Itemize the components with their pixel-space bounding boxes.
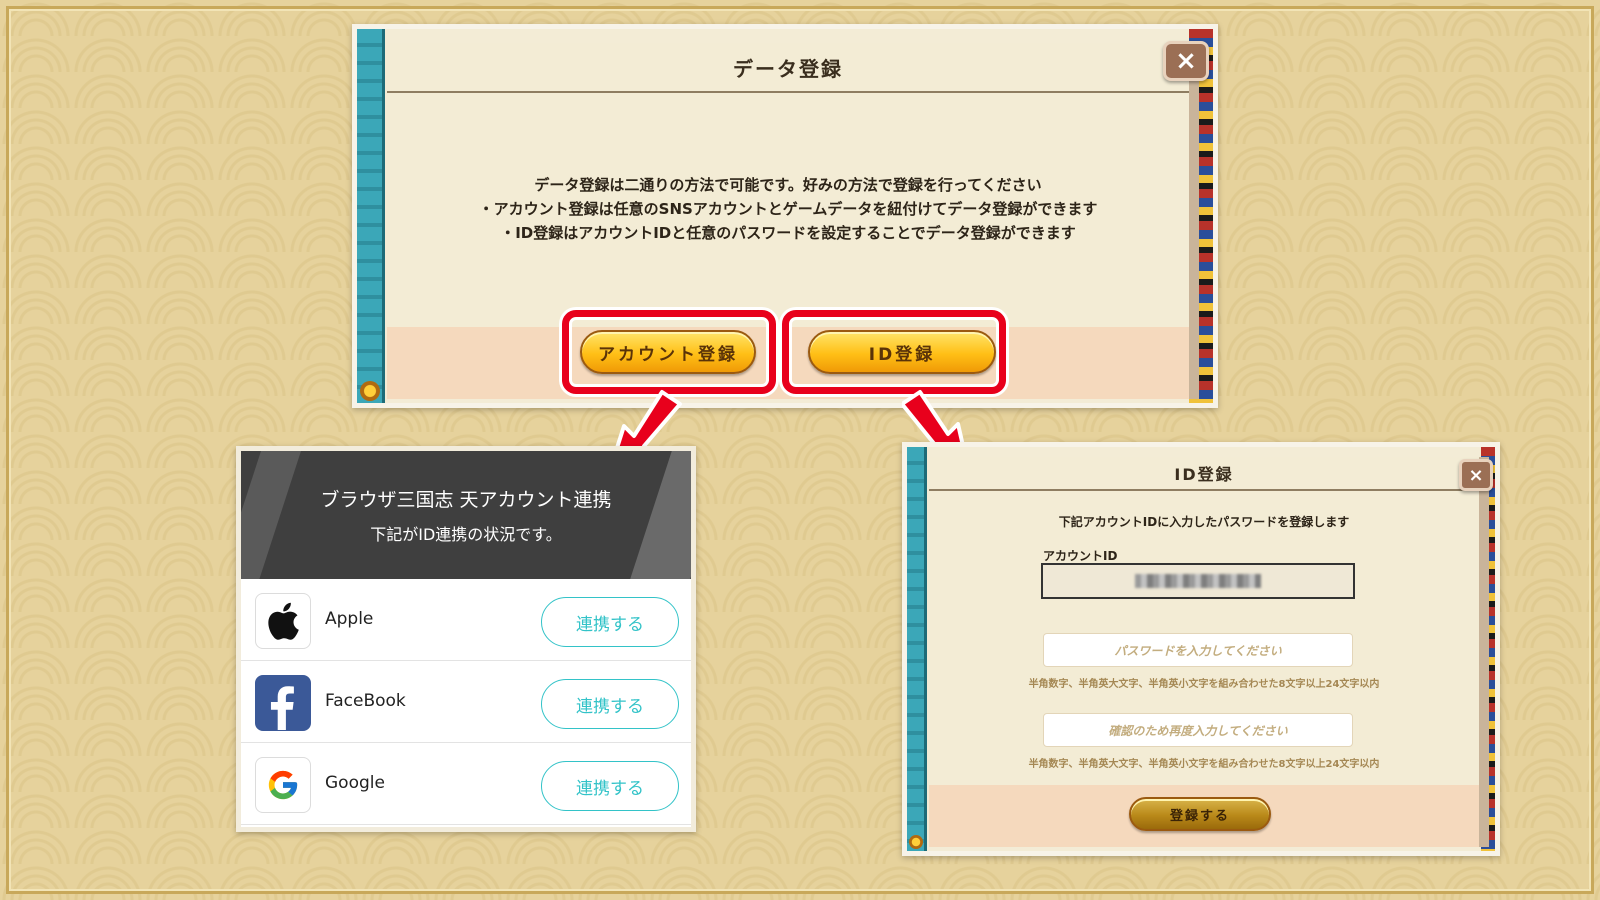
id-register-button[interactable]: ID登録: [808, 330, 996, 374]
account-register-button[interactable]: アカウント登録: [580, 330, 756, 374]
id-instruction: 下記アカウントIDに入力したパスワードを登録します: [1058, 515, 1350, 529]
account-link-panel: ブラウザ三国志 天アカウント連携 下記がID連携の状況です。 Apple 連携す…: [236, 446, 696, 832]
account-link-header: ブラウザ三国志 天アカウント連携 下記がID連携の状況です。: [241, 451, 691, 579]
provider-name: Apple: [325, 609, 374, 629]
link-apple-button[interactable]: 連携する: [541, 597, 679, 647]
provider-name: FaceBook: [325, 691, 406, 711]
password-hint: 半角数字、半角英大文字、半角英小文字を組み合わせた8文字以上24文字以内: [1028, 679, 1380, 690]
link-google-button[interactable]: 連携する: [541, 761, 679, 811]
dialog-paper: ID登録 下記アカウントIDに入力したパスワードを登録します アカウントID パ…: [929, 457, 1489, 847]
dialog-title: ID登録: [929, 457, 1479, 491]
provider-row-facebook: FaceBook 連携する: [241, 661, 691, 743]
id-registration-dialog: ID登録 下記アカウントIDに入力したパスワードを登録します アカウントID パ…: [902, 442, 1500, 856]
google-icon: [255, 757, 311, 813]
apple-icon: [255, 593, 311, 649]
provider-name: Google: [325, 773, 385, 793]
provider-row-google: Google 連携する: [241, 743, 691, 825]
facebook-icon: [255, 675, 311, 731]
description-line: ・ID登録はアカウントIDと任意のパスワードを設定することでデータ登録ができます: [500, 224, 1076, 242]
account-link-subtitle: 下記がID連携の状況です。: [370, 525, 562, 544]
scroll-rod: [357, 29, 385, 403]
description-line: ・アカウント登録は任意のSNSアカウントとゲームデータを紐付けてデータ登録ができ…: [478, 200, 1098, 218]
description-line: データ登録は二通りの方法で可能です。好みの方法で登録を行ってください: [534, 176, 1042, 194]
account-id-field: [1041, 563, 1355, 599]
scroll-knob-icon: [908, 835, 923, 849]
dialog-description: データ登録は二通りの方法で可能です。好みの方法で登録を行ってください ・アカウン…: [387, 173, 1189, 245]
link-facebook-button[interactable]: 連携する: [541, 679, 679, 729]
password-confirm-input[interactable]: 確認のため再度入力してください: [1043, 713, 1353, 747]
blurred-account-id: [1135, 574, 1261, 588]
scroll-rod: [907, 447, 927, 851]
password-input[interactable]: パスワードを入力してください: [1043, 633, 1353, 667]
scroll-knob-icon: [359, 381, 380, 401]
account-link-title: ブラウザ三国志 天アカウント連携: [320, 489, 612, 511]
close-button[interactable]: ×: [1459, 459, 1493, 491]
account-id-label: アカウントID: [1043, 549, 1118, 563]
close-button[interactable]: ×: [1163, 41, 1209, 81]
provider-row-apple: Apple 連携する: [241, 579, 691, 661]
dialog-title: データ登録: [387, 43, 1189, 93]
confirm-hint: 半角数字、半角英大文字、半角英小文字を組み合わせた8文字以上24文字以内: [1028, 759, 1380, 770]
submit-register-button[interactable]: 登録する: [1129, 797, 1271, 831]
